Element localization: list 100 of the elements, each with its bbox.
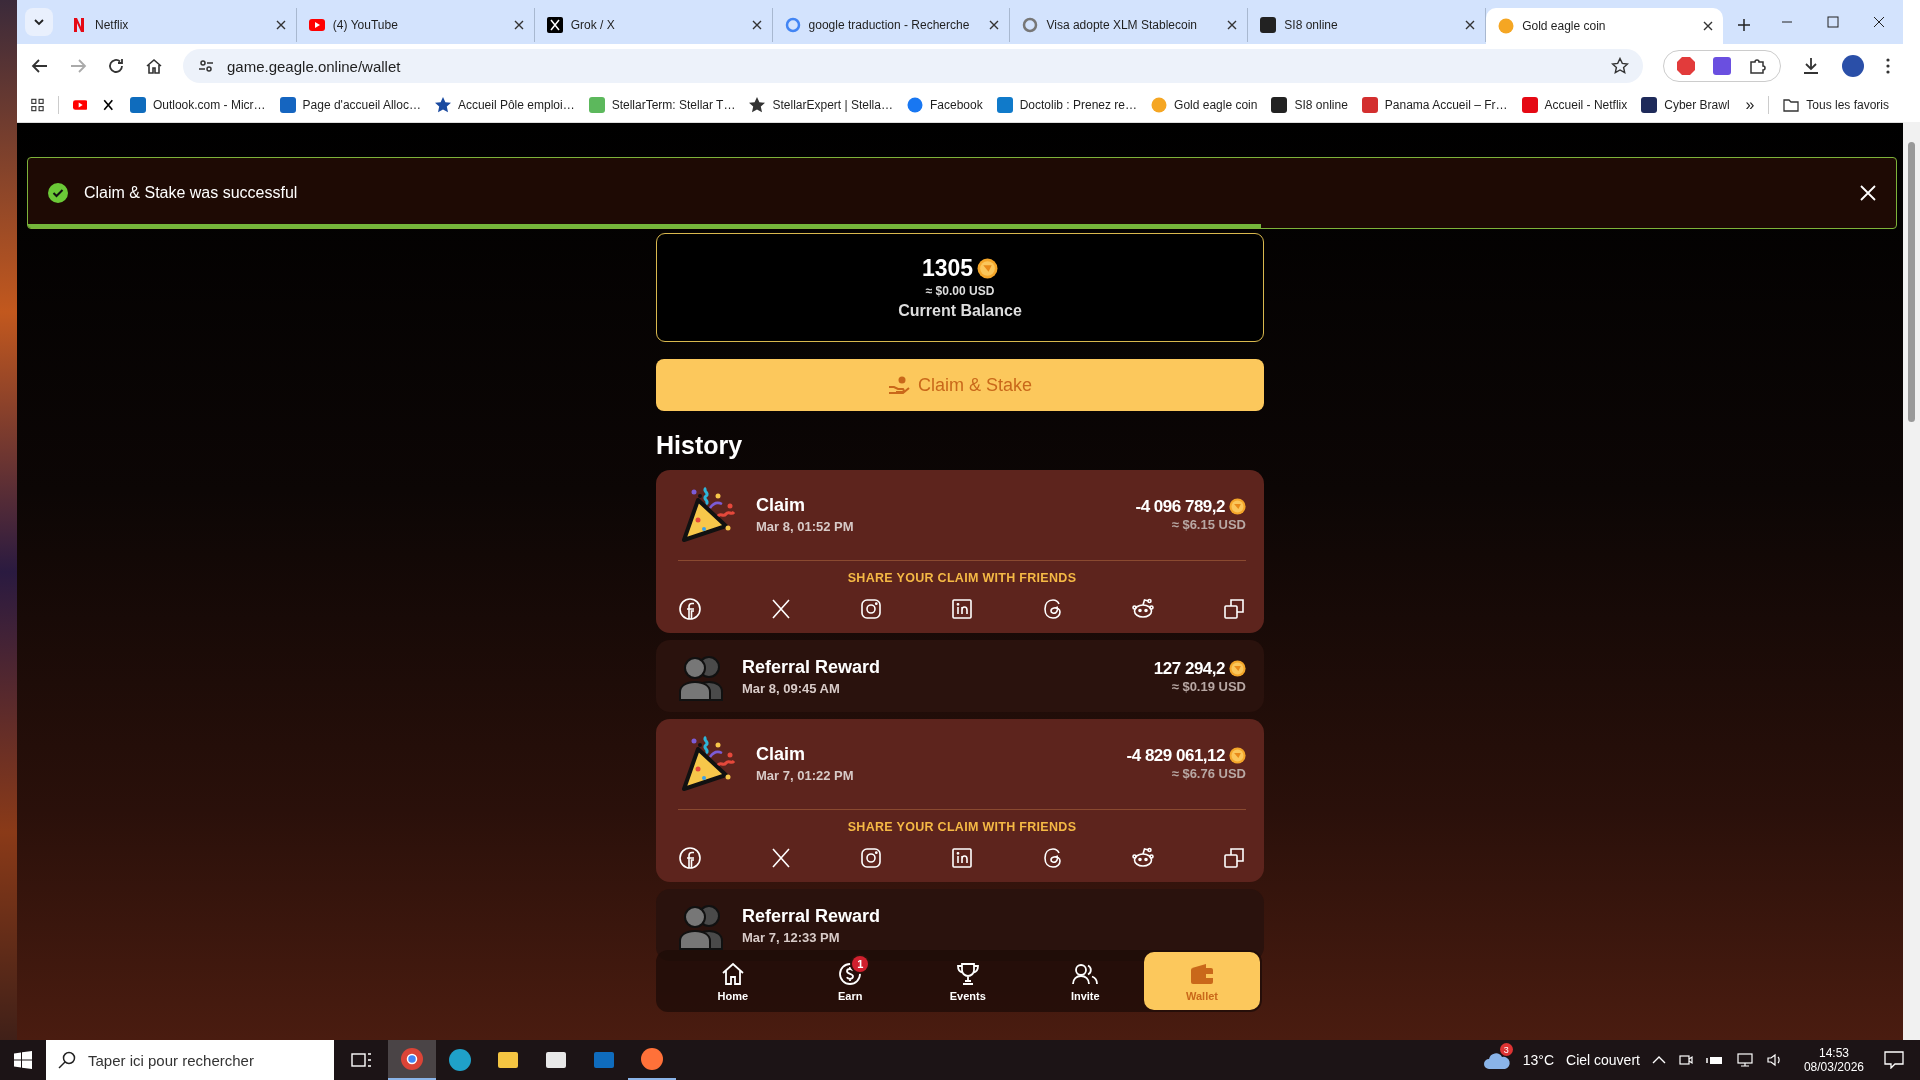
browser-tab[interactable]: SI8 online [1248,8,1487,42]
close-icon[interactable] [1465,20,1476,30]
browser-tab[interactable]: Visa adopte XLM Stablecoin [1010,8,1249,42]
instagram-logo-icon[interactable] [859,846,884,870]
play-icon[interactable] [72,97,88,113]
star-icon [434,97,451,113]
chevron-up-icon[interactable] [1651,1055,1666,1065]
close-icon[interactable] [1703,21,1713,31]
tab-search-button[interactable] [25,8,53,36]
facebook-logo-icon[interactable] [678,846,702,870]
circle-icon [906,97,923,113]
speech-bubble-icon[interactable] [1884,1051,1904,1069]
round-app-icon [400,1047,424,1071]
facebook-logo-icon[interactable] [678,597,702,621]
check-circle-icon [48,183,68,203]
puzzle-icon[interactable] [1748,56,1768,76]
more-bookmarks-button[interactable]: » [1745,96,1755,114]
browser-tab[interactable]: Grok / X [534,8,773,42]
windows-start-icon[interactable] [14,1051,32,1069]
square-icon [1260,17,1277,33]
reddit-logo-icon[interactable] [1131,846,1156,870]
reload-icon[interactable] [107,57,125,75]
taskbar-search-field[interactable]: Taper ici pour rechercher [46,1040,334,1080]
bookmark[interactable]: Doctolib : Prenez re… [996,97,1138,113]
transaction-date: Mar 8, 09:45 AM [742,680,840,696]
close-icon[interactable] [989,20,1000,30]
close-icon[interactable] [751,20,762,30]
square-icon [1361,97,1378,113]
linkedin-logo-icon[interactable] [949,846,974,870]
task-view-icon[interactable] [350,1051,372,1069]
bookmark[interactable]: Outlook.com - Micr… [129,97,266,113]
coin-icon [1229,660,1246,677]
circle-icon [1498,18,1515,34]
nav-tab[interactable]: Home [674,952,792,1010]
reddit-logo-icon[interactable] [1131,597,1156,621]
bookmark[interactable]: StellarExpert | Stella… [749,97,893,113]
transaction-date: Mar 8, 01:52 PM [756,518,854,534]
temperature: 13°C [1522,1052,1554,1068]
square-icon [588,97,605,113]
linkedin-logo-icon[interactable] [949,597,974,621]
bookmark[interactable]: StellarTerm: Stellar T… [588,97,736,113]
maximize-icon[interactable] [1827,16,1839,28]
close-icon[interactable] [1873,16,1885,28]
bookmark[interactable]: Accueil - Netflix [1521,97,1628,113]
sliders-icon[interactable] [197,57,215,75]
clock-date: 08/03/2026 [1803,1060,1864,1074]
nav-tab[interactable]: Earn 1 [791,952,909,1010]
avatar-icon[interactable] [1841,54,1865,78]
clock-time: 14:53 [1818,1046,1849,1060]
apps-grid-icon[interactable] [31,97,44,113]
bookmark[interactable]: Gold eagle coin [1151,97,1258,113]
transaction-usd: ≈ $6.76 USD [1171,765,1246,781]
home-icon[interactable] [145,57,163,75]
copy-icon[interactable] [1221,846,1246,870]
copy-icon[interactable] [1221,597,1246,621]
scrollbar[interactable] [1903,122,1920,1040]
transaction-title: Claim [756,743,806,765]
network-icon[interactable] [1735,1052,1754,1068]
bookmark[interactable]: Page d'accueil Alloc… [279,97,421,113]
coin-icon [1229,747,1246,764]
balance-amount: 1305 [921,255,974,282]
close-icon[interactable] [513,20,524,30]
back-arrow-icon[interactable] [31,57,49,75]
address-bar[interactable]: game.geagle.online/wallet [183,49,1643,83]
x-icon[interactable] [101,97,116,113]
bookmark[interactable]: Cyber Brawl [1641,97,1730,113]
bookmark[interactable]: Facebook [906,97,983,113]
play-icon [308,17,325,33]
notification-badge: 3 [1499,1043,1513,1056]
browser-tab[interactable]: Netflix [59,8,297,42]
hand-coin-icon [887,375,910,395]
close-icon[interactable] [1227,20,1238,30]
star-icon[interactable] [1611,57,1629,75]
toast-message: Claim & Stake was successful [84,184,299,202]
bookmark[interactable]: SI8 online [1271,97,1348,113]
bookmark[interactable]: Panama Accueil – Fr… [1361,97,1508,113]
stop-sign-icon[interactable] [1676,56,1696,76]
camera-icon[interactable] [1677,1052,1694,1068]
nav-tab[interactable]: Invite [1026,952,1144,1010]
bookmark[interactable]: Accueil Pôle emploi… [434,97,575,113]
transaction-title: Claim [756,494,806,516]
square-icon [129,97,146,113]
all-bookmarks-folder[interactable]: Tous les favoris [1783,98,1889,112]
download-icon[interactable] [1801,56,1821,76]
browser-tab[interactable]: (4) YouTube [296,8,535,42]
square-icon [996,97,1013,113]
transaction-usd: ≈ $0.19 USD [1171,678,1246,694]
logo-icon [1521,97,1538,113]
share-label: SHARE YOUR CLAIM WITH FRIENDS [847,820,1077,834]
search-icon [58,1051,76,1069]
transaction-amount: 127 294,2 [1153,658,1225,679]
nav-tab[interactable]: Events [909,952,1027,1010]
round-app-icon [448,1048,472,1072]
extension-icon[interactable] [1712,56,1732,76]
browser-tab[interactable]: Gold eagle coin [1486,8,1723,44]
kebab-menu-icon[interactable] [1885,57,1891,75]
new-tab-icon[interactable] [1737,18,1751,32]
browser-tab[interactable]: google traduction - Recherche [772,8,1011,42]
close-icon[interactable] [275,20,286,30]
instagram-logo-icon[interactable] [859,597,884,621]
